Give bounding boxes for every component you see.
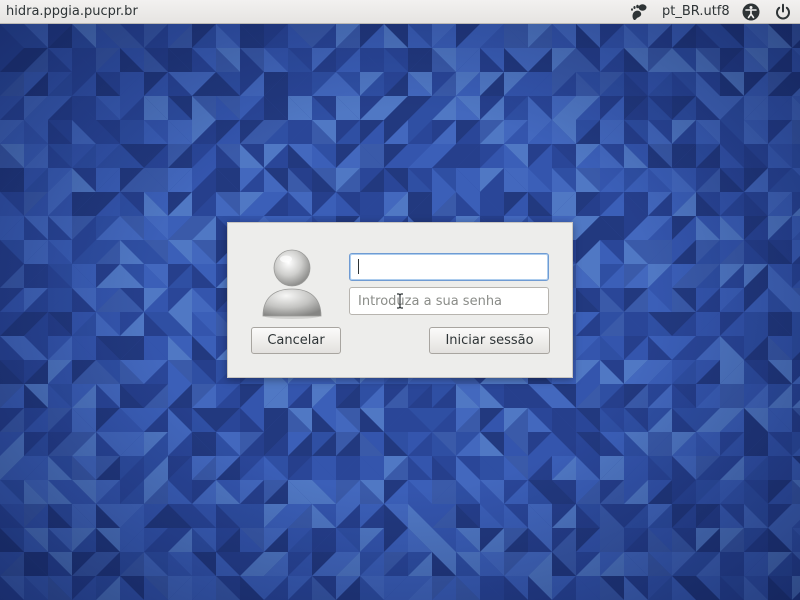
locale-indicator[interactable]: pt_BR.utf8 (662, 4, 730, 20)
desktop-background: hidra.ppgia.pucpr.br pt_BR.utf8 Cancelar… (0, 0, 800, 600)
username-field[interactable] (349, 253, 549, 281)
hostname-label: hidra.ppgia.pucpr.br (6, 4, 138, 19)
accessibility-icon[interactable] (742, 3, 760, 21)
text-caret (358, 259, 359, 274)
login-button[interactable]: Iniciar sessão (429, 327, 550, 354)
login-dialog: Cancelar Iniciar sessão (227, 222, 573, 378)
top-panel: hidra.ppgia.pucpr.br pt_BR.utf8 (0, 0, 800, 24)
gnome-foot-icon[interactable] (628, 3, 648, 21)
power-icon[interactable] (774, 3, 792, 21)
cancel-button[interactable]: Cancelar (251, 327, 341, 354)
password-field[interactable] (349, 287, 549, 315)
user-avatar-icon (262, 249, 322, 319)
